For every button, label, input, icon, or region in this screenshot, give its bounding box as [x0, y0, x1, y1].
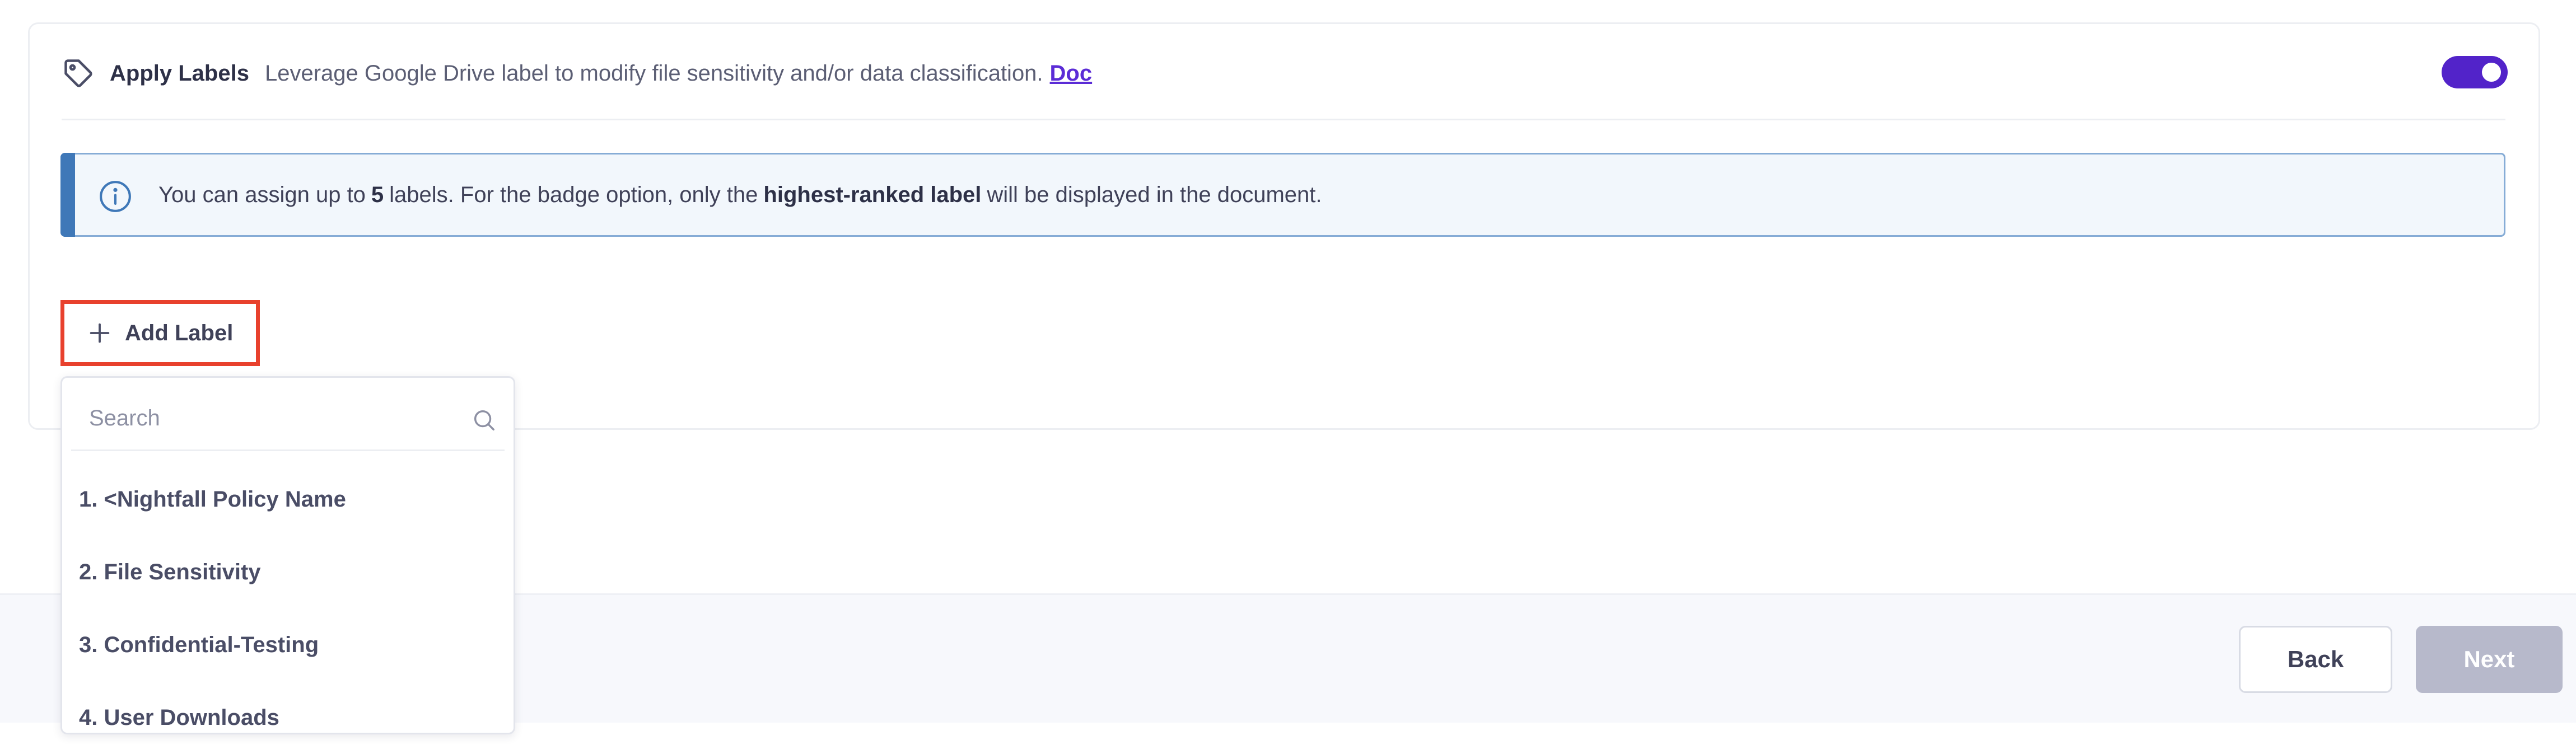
search-input[interactable]: [88, 398, 449, 438]
plus-icon: [87, 320, 113, 346]
apply-labels-title: Apply Labels: [110, 60, 249, 86]
apply-labels-description: Leverage Google Drive label to modify fi…: [264, 60, 1043, 86]
label-option[interactable]: 1. <Nightfall Policy Name: [62, 463, 514, 536]
back-button[interactable]: Back: [2239, 626, 2392, 693]
apply-labels-toggle[interactable]: [2442, 56, 2508, 88]
info-text-part-1: You can assign up to: [158, 182, 366, 207]
search-icon[interactable]: [471, 407, 497, 433]
doc-link[interactable]: Doc: [1050, 61, 1093, 86]
label-option[interactable]: 3. Confidential-Testing: [62, 608, 514, 681]
apply-labels-header: Apply Labels Leverage Google Drive label…: [62, 54, 1092, 93]
info-text-part-2: labels. For the badge option, only the: [389, 182, 758, 207]
info-banner: You can assign up to 5 labels. For the b…: [60, 153, 2505, 237]
info-label-count: 5: [371, 182, 384, 207]
divider: [62, 119, 2505, 120]
add-label-text: Add Label: [125, 320, 234, 345]
next-button[interactable]: Next: [2416, 626, 2563, 693]
tag-icon: [62, 57, 95, 90]
add-label-button[interactable]: Add Label: [60, 300, 260, 366]
label-option[interactable]: 2. File Sensitivity: [62, 536, 514, 608]
info-banner-accent: [60, 153, 75, 237]
info-highlight: highest-ranked label: [763, 182, 982, 207]
info-text: You can assign up to 5 labels. For the b…: [158, 154, 1322, 235]
label-dropdown: 1. <Nightfall Policy Name 2. File Sensit…: [60, 376, 515, 734]
toggle-knob: [2482, 63, 2501, 82]
label-option[interactable]: 4. User Downloads: [62, 681, 514, 754]
search-field: [71, 387, 505, 451]
info-text-part-3: will be displayed in the document.: [987, 182, 1322, 207]
info-icon: [98, 179, 133, 214]
